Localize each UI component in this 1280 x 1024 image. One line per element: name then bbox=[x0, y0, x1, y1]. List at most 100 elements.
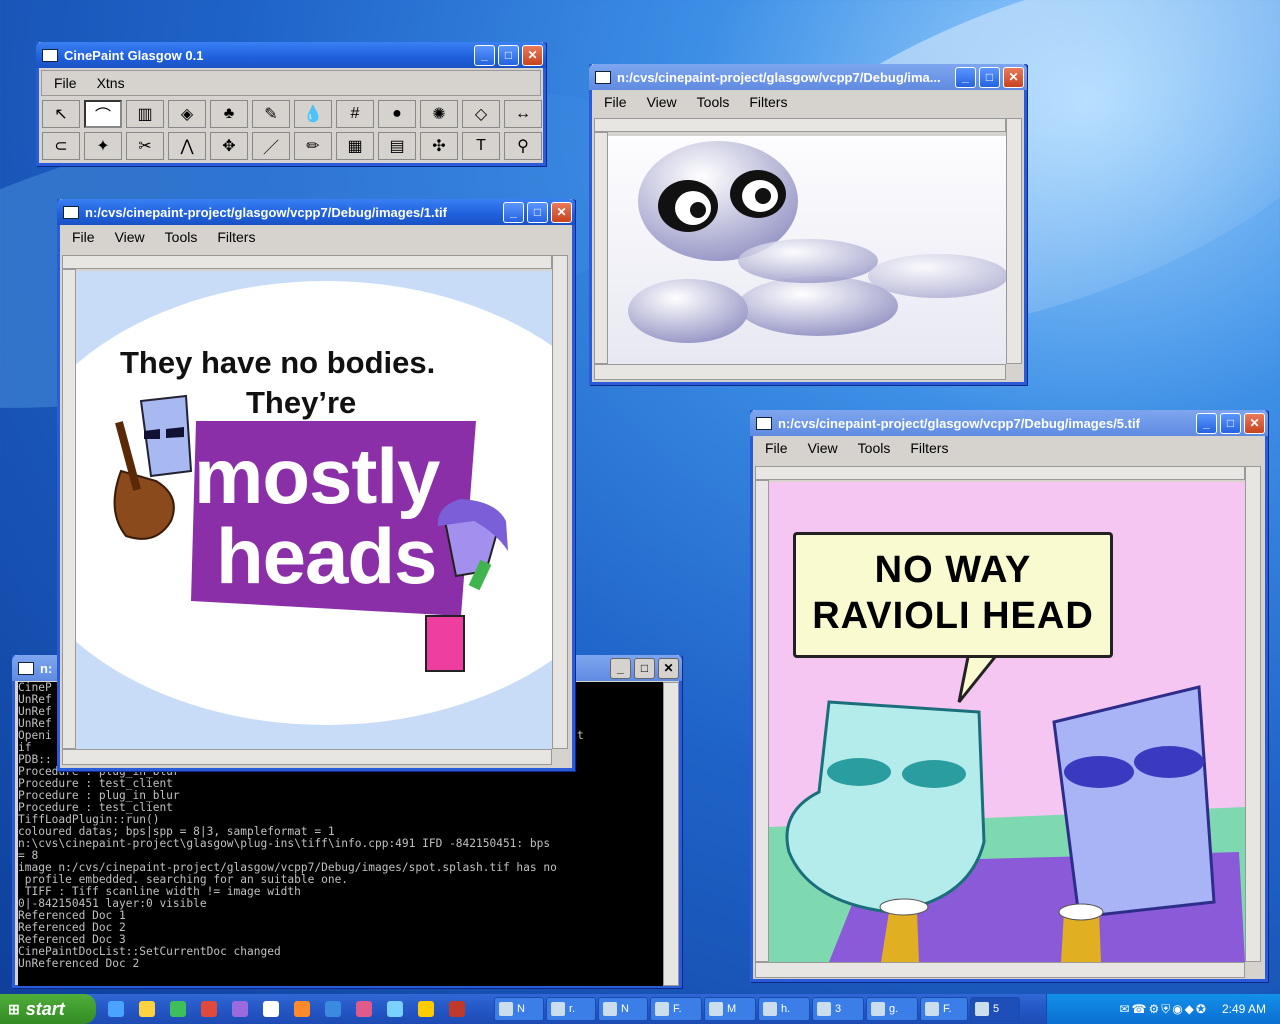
horizontal-scrollbar[interactable] bbox=[62, 749, 552, 765]
win1-image[interactable]: They have no bodies. They’re mostly head… bbox=[76, 271, 552, 749]
close-icon[interactable]: ✕ bbox=[522, 44, 543, 66]
tool-icon[interactable]: ↖ bbox=[42, 100, 80, 128]
menu-tools[interactable]: Tools bbox=[858, 440, 891, 456]
quick-launch-icon[interactable] bbox=[325, 1001, 341, 1017]
tool-icon[interactable]: ✏ bbox=[294, 132, 332, 160]
minimize-icon[interactable]: _ bbox=[503, 201, 524, 223]
tool-icon[interactable]: ◇ bbox=[462, 100, 500, 128]
menu-filters[interactable]: Filters bbox=[749, 94, 787, 110]
text-line-1: They have no bodies. bbox=[120, 345, 436, 380]
minimize-icon[interactable]: _ bbox=[474, 44, 495, 66]
taskbar-button[interactable]: g. bbox=[866, 997, 918, 1021]
taskbar-button[interactable]: N bbox=[598, 997, 648, 1021]
maximize-icon[interactable]: □ bbox=[979, 66, 1000, 88]
image-window-5[interactable]: n:/cvs/cinepaint-project/glasgow/vcpp7/D… bbox=[750, 410, 1268, 982]
tool-icon[interactable]: ▥ bbox=[126, 100, 164, 128]
quick-launch-icon[interactable] bbox=[108, 1001, 124, 1017]
taskbar-button[interactable]: N bbox=[494, 997, 544, 1021]
tool-icon[interactable]: T bbox=[462, 132, 500, 160]
menu-view[interactable]: View bbox=[115, 229, 145, 245]
maximize-icon[interactable]: □ bbox=[1220, 412, 1241, 434]
toolbox-window[interactable]: CinePaint Glasgow 0.1 _ □ ✕ File Xtns ↖ ⌒… bbox=[36, 42, 546, 166]
taskbar-button[interactable]: h. bbox=[758, 997, 810, 1021]
menu-view[interactable]: View bbox=[647, 94, 677, 110]
tool-icon[interactable]: ⋀ bbox=[168, 132, 206, 160]
tool-icon[interactable]: ✥ bbox=[210, 132, 248, 160]
quick-launch-icon[interactable] bbox=[201, 1001, 217, 1017]
taskbar-button[interactable]: F. bbox=[650, 997, 702, 1021]
quick-launch-icon[interactable] bbox=[170, 1001, 186, 1017]
tool-icon[interactable]: ⊂ bbox=[42, 132, 80, 160]
quick-launch-icon[interactable] bbox=[387, 1001, 403, 1017]
quick-launch-icon[interactable] bbox=[294, 1001, 310, 1017]
menu-view[interactable]: View bbox=[808, 440, 838, 456]
menu-tools[interactable]: Tools bbox=[697, 94, 730, 110]
vertical-scrollbar[interactable] bbox=[552, 255, 568, 749]
minimize-icon[interactable]: _ bbox=[1196, 412, 1217, 434]
start-button[interactable]: ⊞ start bbox=[0, 994, 96, 1024]
spot-image[interactable] bbox=[608, 136, 1006, 364]
maximize-icon[interactable]: □ bbox=[634, 657, 655, 679]
quick-launch-icon[interactable] bbox=[449, 1001, 465, 1017]
menu-file[interactable]: File bbox=[72, 229, 95, 245]
tool-icon[interactable]: ✎ bbox=[252, 100, 290, 128]
tool-icon[interactable]: ✂ bbox=[126, 132, 164, 160]
win5-image[interactable]: NO WAY RAVIOLI HEAD bbox=[769, 482, 1245, 962]
quick-launch-icon[interactable] bbox=[418, 1001, 434, 1017]
close-icon[interactable]: ✕ bbox=[551, 201, 572, 223]
close-icon[interactable]: ✕ bbox=[1244, 412, 1265, 434]
tool-row: ⊂ ✦ ✂ ⋀ ✥ ／ ✏ ▦ ▤ ✣ T ⚲ bbox=[42, 132, 543, 160]
maximize-icon[interactable]: □ bbox=[527, 201, 548, 223]
close-icon[interactable]: ✕ bbox=[658, 657, 679, 679]
tool-icon[interactable]: ↔ bbox=[504, 100, 542, 128]
toolbox-titlebar[interactable]: CinePaint Glasgow 0.1 _ □ ✕ bbox=[36, 42, 546, 68]
task-icon bbox=[817, 1002, 831, 1016]
tool-icon[interactable]: ✣ bbox=[420, 132, 458, 160]
ruler-left bbox=[755, 480, 769, 962]
minimize-icon[interactable]: _ bbox=[610, 657, 631, 679]
close-icon[interactable]: ✕ bbox=[1003, 66, 1024, 88]
task-icon bbox=[763, 1002, 777, 1016]
taskbar-button[interactable]: F. bbox=[920, 997, 968, 1021]
menu-file[interactable]: File bbox=[765, 440, 788, 456]
minimize-icon[interactable]: _ bbox=[955, 66, 976, 88]
tool-icon[interactable]: ♣ bbox=[210, 100, 248, 128]
tool-icon[interactable]: ✺ bbox=[420, 100, 458, 128]
horizontal-scrollbar[interactable] bbox=[755, 962, 1245, 978]
vertical-scrollbar[interactable] bbox=[1245, 466, 1261, 962]
quick-launch-icon[interactable] bbox=[263, 1001, 279, 1017]
horizontal-scrollbar[interactable] bbox=[594, 364, 1006, 380]
maximize-icon[interactable]: □ bbox=[498, 44, 519, 66]
menu-filters[interactable]: Filters bbox=[910, 440, 948, 456]
menu-tools[interactable]: Tools bbox=[165, 229, 198, 245]
spot-titlebar[interactable]: n:/cvs/cinepaint-project/glasgow/vcpp7/D… bbox=[589, 64, 1027, 90]
tool-icon[interactable]: ◈ bbox=[168, 100, 206, 128]
taskbar-button[interactable]: M bbox=[704, 997, 756, 1021]
menu-file[interactable]: File bbox=[604, 94, 627, 110]
tool-icon[interactable]: 💧 bbox=[294, 100, 332, 128]
tool-icon[interactable]: ⚲ bbox=[504, 132, 542, 160]
tool-icon[interactable]: ／ bbox=[252, 132, 290, 160]
taskbar-button[interactable]: r. bbox=[546, 997, 596, 1021]
tool-icon[interactable]: ⌒ bbox=[84, 100, 122, 128]
tool-icon[interactable]: ▤ bbox=[378, 132, 416, 160]
taskbar-button[interactable]: 3 bbox=[812, 997, 864, 1021]
speech-bubble: NO WAY RAVIOLI HEAD bbox=[793, 532, 1113, 658]
console-scrollbar[interactable] bbox=[663, 682, 679, 986]
win1-titlebar[interactable]: n:/cvs/cinepaint-project/glasgow/vcpp7/D… bbox=[57, 199, 575, 225]
menu-xtns[interactable]: Xtns bbox=[97, 75, 125, 91]
taskbar-button[interactable]: 5 bbox=[970, 997, 1020, 1021]
tool-icon[interactable]: ▦ bbox=[336, 132, 374, 160]
image-window-spot[interactable]: n:/cvs/cinepaint-project/glasgow/vcpp7/D… bbox=[589, 64, 1027, 385]
win5-titlebar[interactable]: n:/cvs/cinepaint-project/glasgow/vcpp7/D… bbox=[750, 410, 1268, 436]
quick-launch-icon[interactable] bbox=[356, 1001, 372, 1017]
tool-icon[interactable]: ● bbox=[378, 100, 416, 128]
tool-icon[interactable]: ✦ bbox=[84, 132, 122, 160]
image-window-1[interactable]: n:/cvs/cinepaint-project/glasgow/vcpp7/D… bbox=[57, 199, 575, 771]
vertical-scrollbar[interactable] bbox=[1006, 118, 1022, 364]
menu-file[interactable]: File bbox=[54, 75, 77, 91]
tool-icon[interactable]: # bbox=[336, 100, 374, 128]
menu-filters[interactable]: Filters bbox=[217, 229, 255, 245]
quick-launch-icon[interactable] bbox=[232, 1001, 248, 1017]
quick-launch-icon[interactable] bbox=[139, 1001, 155, 1017]
